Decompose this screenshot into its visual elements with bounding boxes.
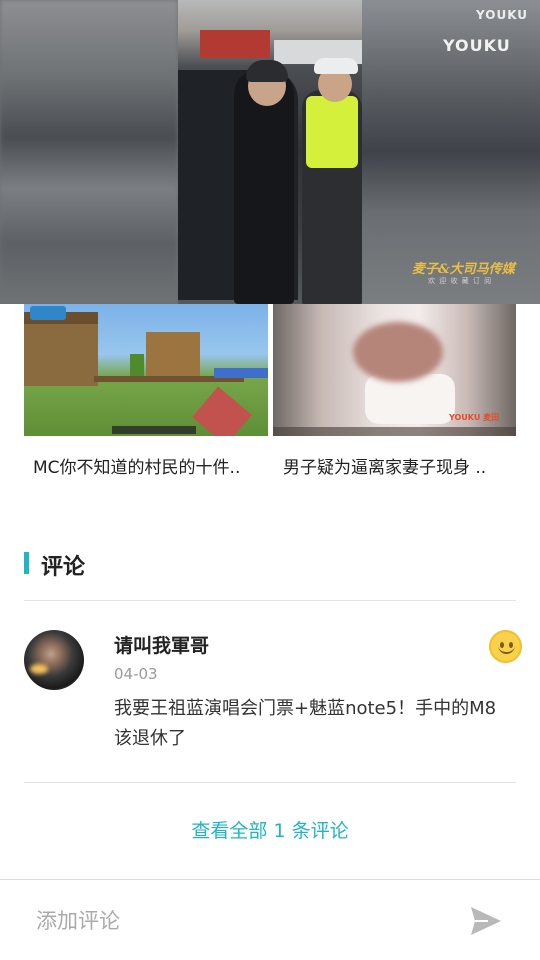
video-caption-sub: 欢 迎 收 藏 订 阅: [428, 277, 493, 285]
channel-logo: [30, 306, 66, 320]
divider: [24, 782, 516, 783]
comment-username[interactable]: 请叫我軍哥: [114, 631, 209, 658]
divider: [24, 600, 516, 601]
related-video-thumbnail-1[interactable]: [24, 304, 268, 436]
comment-date: 04-03: [114, 665, 158, 683]
add-comment-input[interactable]: 添加评论: [36, 905, 120, 935]
youku-logo: YOUKU 麦田: [449, 413, 500, 422]
view-all-comments-link[interactable]: 查看全部 1 条评论: [0, 816, 540, 843]
youku-watermark: YOUKU: [443, 36, 511, 55]
comment-input-bar: 添加评论: [0, 879, 540, 960]
video-player[interactable]: YOUKU YOUKU 麦子&大司马传媒 欢 迎 收 藏 订 阅: [0, 0, 540, 304]
video-blur-background-left: [0, 0, 178, 304]
comments-section-title: 评论: [41, 555, 86, 580]
video-detail-page: YOUKU YOUKU 麦子&大司马传媒 欢 迎 收 藏 订 阅 MC你不知道的…: [0, 0, 540, 960]
video-caption: 麦子&大司马传媒: [412, 262, 515, 277]
related-video-title-1[interactable]: MC你不知道的村民的十件..: [33, 453, 269, 478]
send-icon[interactable]: [470, 906, 502, 936]
related-video-thumbnail-2[interactable]: YOUKU 麦田: [273, 304, 516, 436]
related-video-title-2[interactable]: 男子疑为逼离家妻子现身 ..: [283, 453, 519, 478]
comment-text: 我要王祖蓝演唱会门票+魅蓝note5！手中的M8该退休了: [114, 698, 497, 749]
youku-watermark-small: YOUKU: [476, 8, 529, 22]
smiley-icon[interactable]: [489, 630, 522, 663]
avatar[interactable]: [24, 630, 84, 690]
section-accent-bar: [24, 552, 29, 574]
video-frame: [178, 0, 362, 304]
